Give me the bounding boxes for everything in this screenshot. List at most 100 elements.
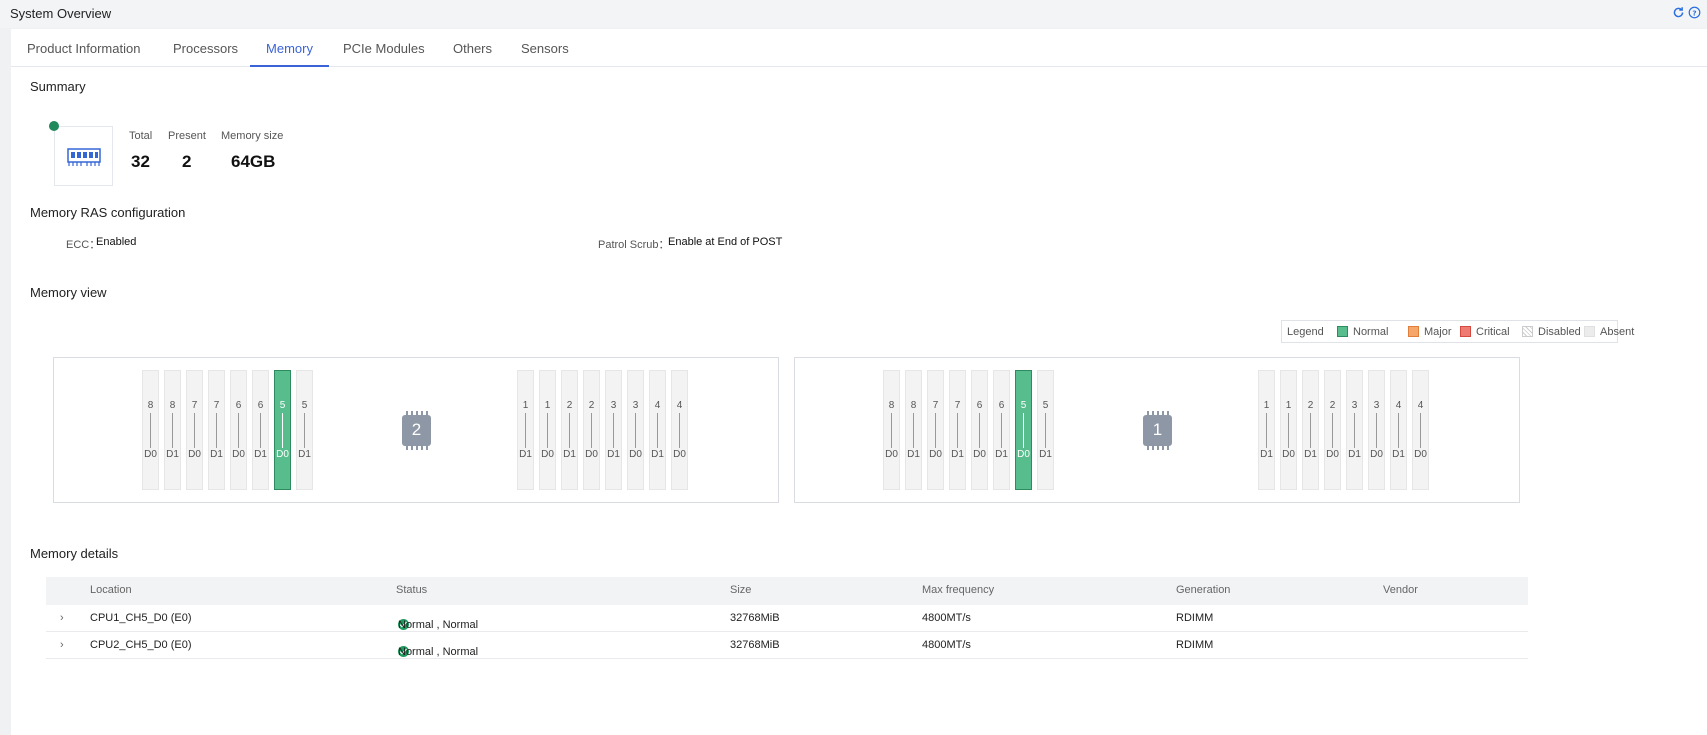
dimm-slot-bar xyxy=(194,413,195,448)
dimm-slot[interactable]: 2 D1 xyxy=(1302,370,1319,490)
dimm-slot-number: 1 xyxy=(1285,400,1292,411)
dimm-slot[interactable]: 6 D1 xyxy=(252,370,269,490)
dimm-slot[interactable]: 3 D0 xyxy=(627,370,644,490)
dimm-slot-label: D0 xyxy=(1326,449,1339,460)
dimm-slot[interactable]: 5 D0 xyxy=(1015,370,1032,490)
help-icon[interactable]: ? xyxy=(1688,6,1701,19)
cell-max-frequency: 4800MT/s xyxy=(922,639,971,651)
dimm-slot[interactable]: 3 D1 xyxy=(1346,370,1363,490)
row-expand-icon[interactable]: › xyxy=(60,639,64,651)
dimm-slot-label: D0 xyxy=(585,449,598,460)
dimm-slot[interactable]: 2 D0 xyxy=(1324,370,1341,490)
dimm-slot-number: 7 xyxy=(213,400,220,411)
dimm-slot-bar xyxy=(935,413,936,448)
summary-status-dot xyxy=(49,121,59,131)
dimm-slot-number: 5 xyxy=(301,400,308,411)
tab-product-information[interactable]: Product Information xyxy=(27,41,140,67)
dimm-slot[interactable]: 2 D1 xyxy=(561,370,578,490)
tab-sensors[interactable]: Sensors xyxy=(521,41,569,67)
dimm-slot[interactable]: 8 D0 xyxy=(883,370,900,490)
dimm-slot-bar xyxy=(1288,413,1289,448)
dimm-slot[interactable]: 5 D0 xyxy=(274,370,291,490)
memory-size-label: Memory size xyxy=(221,130,284,142)
dimm-slot[interactable]: 3 D1 xyxy=(605,370,622,490)
tab-memory[interactable]: Memory xyxy=(250,41,329,67)
dimm-slot[interactable]: 5 D1 xyxy=(296,370,313,490)
table-header: Location Status Size Max frequency Gener… xyxy=(46,577,1528,605)
row-expand-icon[interactable]: › xyxy=(60,612,64,624)
dimm-slot[interactable]: 7 D0 xyxy=(186,370,203,490)
dimm-slot[interactable]: 4 D1 xyxy=(1390,370,1407,490)
cpu-1-memory-box: 1 8 D0 8 D1 7 D0 7 D1 6 D0 6 D1 5 D0 5 D1 1 D1 1 D0 2 D1 2 D0 3 D… xyxy=(794,357,1520,503)
column-header-max-frequency: Max frequency xyxy=(922,584,995,596)
dimm-slot-number: 5 xyxy=(1020,400,1027,411)
dimm-slot[interactable]: 7 D0 xyxy=(927,370,944,490)
dimm-slot[interactable]: 8 D0 xyxy=(142,370,159,490)
dimm-slot-bar xyxy=(891,413,892,448)
dimm-slot-bar xyxy=(172,413,173,448)
dimm-slot-bar xyxy=(547,413,548,448)
cell-generation: RDIMM xyxy=(1176,612,1214,624)
dimm-slot-label: D0 xyxy=(929,449,942,460)
table-row[interactable]: › CPU1_CH5_D0 (E0) Normal , Normal 32768… xyxy=(46,605,1528,632)
tab-others[interactable]: Others xyxy=(453,41,492,67)
cell-location: CPU2_CH5_D0 (E0) xyxy=(90,639,192,651)
dimm-slot-number: 7 xyxy=(954,400,961,411)
dimm-slot-number: 3 xyxy=(610,400,617,411)
dimm-slot[interactable]: 6 D0 xyxy=(971,370,988,490)
dimm-slot-number: 5 xyxy=(279,400,286,411)
svg-text:?: ? xyxy=(1692,8,1696,17)
dimm-slot[interactable]: 6 D0 xyxy=(230,370,247,490)
patrol-scrub-label: Patrol Scrub： xyxy=(598,239,670,251)
dimm-slot-bar xyxy=(657,413,658,448)
dimm-slot[interactable]: 1 D1 xyxy=(517,370,534,490)
dimm-slot-label: D0 xyxy=(276,449,289,460)
dimm-slot[interactable]: 8 D1 xyxy=(164,370,181,490)
cell-status-text: Normal , Normal xyxy=(398,646,479,658)
dimm-slot[interactable]: 3 D0 xyxy=(1368,370,1385,490)
total-label: Total xyxy=(129,130,153,142)
legend-normal-label: Normal xyxy=(1353,326,1389,338)
dimm-slot-number: 3 xyxy=(632,400,639,411)
dimm-slot[interactable]: 7 D1 xyxy=(208,370,225,490)
dimm-slot[interactable]: 5 D1 xyxy=(1037,370,1054,490)
tab-pcie-modules[interactable]: PCIe Modules xyxy=(343,41,425,67)
dimm-slot[interactable]: 1 D0 xyxy=(539,370,556,490)
tab-processors[interactable]: Processors xyxy=(173,41,238,67)
dimm-slot-label: D1 xyxy=(1304,449,1317,460)
dimm-slot-bar xyxy=(525,413,526,448)
legend: Legend Normal Major Critical Disabled Ab… xyxy=(1281,320,1634,343)
dimm-slot-number: 3 xyxy=(1373,400,1380,411)
column-header-vendor: Vendor xyxy=(1383,584,1418,596)
memory-details-table: Location Status Size Max frequency Gener… xyxy=(46,577,1528,659)
dimm-slot[interactable]: 8 D1 xyxy=(905,370,922,490)
dimm-slot[interactable]: 4 D0 xyxy=(671,370,688,490)
legend-major-swatch xyxy=(1408,326,1419,337)
dimm-slot-number: 4 xyxy=(676,400,683,411)
dimm-slot-number: 7 xyxy=(932,400,939,411)
present-value: 2 xyxy=(182,152,192,171)
cpu-chip-icon: 1 xyxy=(1140,408,1175,453)
refresh-icon[interactable] xyxy=(1672,6,1685,19)
dimm-slot[interactable]: 6 D1 xyxy=(993,370,1010,490)
cpu-chip-label: 1 xyxy=(1152,420,1163,439)
column-header-generation: Generation xyxy=(1176,584,1231,596)
dimm-slot-bar xyxy=(282,413,283,448)
dimm-slot-label: D1 xyxy=(1260,449,1273,460)
dimm-slot[interactable]: 1 D0 xyxy=(1280,370,1297,490)
dimm-slot-bar xyxy=(1001,413,1002,448)
dimm-slot[interactable]: 2 D0 xyxy=(583,370,600,490)
dimm-slot[interactable]: 7 D1 xyxy=(949,370,966,490)
dimm-slot[interactable]: 4 D0 xyxy=(1412,370,1429,490)
ras-title: Memory RAS configuration xyxy=(30,205,186,220)
table-row[interactable]: › CPU2_CH5_D0 (E0) Normal , Normal 32768… xyxy=(46,632,1528,659)
tab-bar: Product Information Processors Memory PC… xyxy=(11,29,1707,67)
dimm-slot-number: 5 xyxy=(1042,400,1049,411)
dimm-slot-number: 7 xyxy=(191,400,198,411)
cell-max-frequency: 4800MT/s xyxy=(922,612,971,624)
dimm-slot-bar xyxy=(238,413,239,448)
dimm-slot[interactable]: 1 D1 xyxy=(1258,370,1275,490)
memory-view-title: Memory view xyxy=(30,285,107,300)
dimm-slot[interactable]: 4 D1 xyxy=(649,370,666,490)
legend-normal: Normal xyxy=(1337,326,1388,338)
